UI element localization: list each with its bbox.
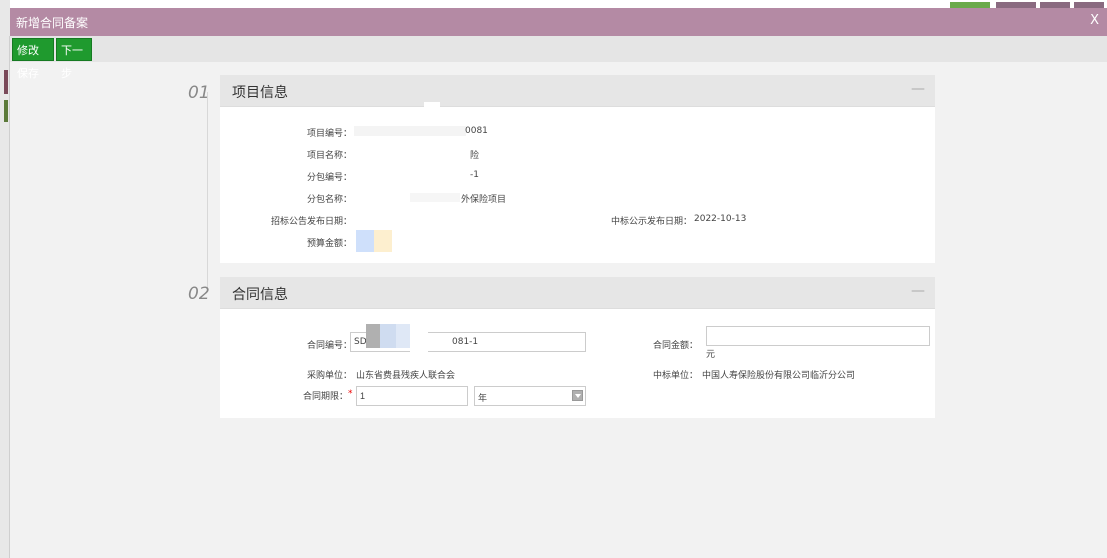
package-no-value: -1: [470, 170, 479, 180]
redaction-block: [374, 230, 392, 252]
redaction-block: [356, 230, 374, 252]
section-header: 合同信息 —: [220, 277, 935, 309]
purchaser-label: 采购单位：: [306, 371, 352, 381]
background-window-strip: [10, 0, 1107, 8]
dialog-titlebar: 新增合同备案 X: [10, 8, 1107, 36]
contract-info-section: 合同信息 — 合同编号： SD 081-1 合同金额： 元 采购单位： 山东省费…: [220, 277, 935, 418]
section-title: 项目信息: [232, 85, 288, 101]
term-input[interactable]: [356, 386, 468, 406]
save-button[interactable]: 修改保存: [12, 38, 54, 80]
step-number-1: 01: [188, 83, 210, 103]
currency-unit: 元: [706, 350, 716, 360]
step-timeline: [207, 92, 208, 292]
edge-marker: [4, 70, 8, 94]
project-info-section: 项目信息 — 项目编号： 0081 项目名称： 险 分包编号： -1 分包名称：…: [220, 75, 935, 263]
contract-amount-label: 合同金额：: [652, 341, 698, 351]
award-date-value: 2022-10-13: [694, 214, 747, 224]
edge-marker: [4, 100, 8, 122]
contract-no-label: 合同编号：: [306, 341, 352, 351]
redaction-block: [380, 324, 396, 348]
redaction-block: [396, 324, 410, 348]
chevron-down-icon[interactable]: [572, 390, 583, 401]
collapse-icon[interactable]: —: [911, 81, 925, 97]
package-name-label: 分包名称：: [306, 195, 352, 205]
required-mark: *: [348, 389, 353, 399]
winner-label: 中标单位：: [652, 371, 698, 381]
next-step-button[interactable]: 下一步: [56, 38, 92, 80]
toolbar: 修改保存 下一步: [10, 36, 1107, 80]
term-unit-value: 年: [478, 394, 488, 404]
package-name-value: 外保险项目: [461, 195, 507, 205]
project-name-value: 险: [470, 151, 480, 161]
term-unit-select[interactable]: 年: [474, 386, 586, 406]
winner-value: 中国人寿保险股份有限公司临沂分公司: [702, 371, 856, 381]
tender-date-label: 招标公告发布日期：: [270, 217, 352, 227]
term-label: 合同期限：: [302, 392, 348, 402]
budget-label: 预算金额：: [306, 239, 352, 249]
contract-no-suffix: 081-1: [452, 337, 479, 347]
redacted-value: [354, 126, 466, 136]
contract-filing-dialog: 新增合同备案 X 修改保存 下一步 01 项目信息 — 项目编号： 0081 项…: [10, 0, 1107, 558]
collapse-icon[interactable]: —: [911, 283, 925, 299]
purchaser-value: 山东省费县残疾人联合会: [356, 371, 456, 381]
redaction-block: [366, 324, 380, 348]
package-no-label: 分包编号：: [306, 173, 352, 183]
section-title: 合同信息: [232, 287, 288, 303]
project-no-label: 项目编号：: [306, 129, 352, 139]
project-no-value: 0081: [465, 126, 488, 136]
redacted-value: [410, 193, 460, 202]
contract-amount-input[interactable]: [706, 326, 930, 346]
redaction-block: [424, 102, 440, 112]
project-name-label: 项目名称：: [306, 151, 352, 161]
section-header: 项目信息 —: [220, 75, 935, 107]
background-window-edge: [0, 0, 10, 558]
redaction-block: [410, 324, 428, 356]
dialog-title: 新增合同备案: [16, 16, 89, 30]
contract-no-prefix: SD: [354, 337, 367, 347]
close-icon[interactable]: X: [1090, 13, 1099, 28]
step-number-2: 02: [188, 284, 210, 304]
award-date-label: 中标公示发布日期：: [610, 217, 692, 227]
